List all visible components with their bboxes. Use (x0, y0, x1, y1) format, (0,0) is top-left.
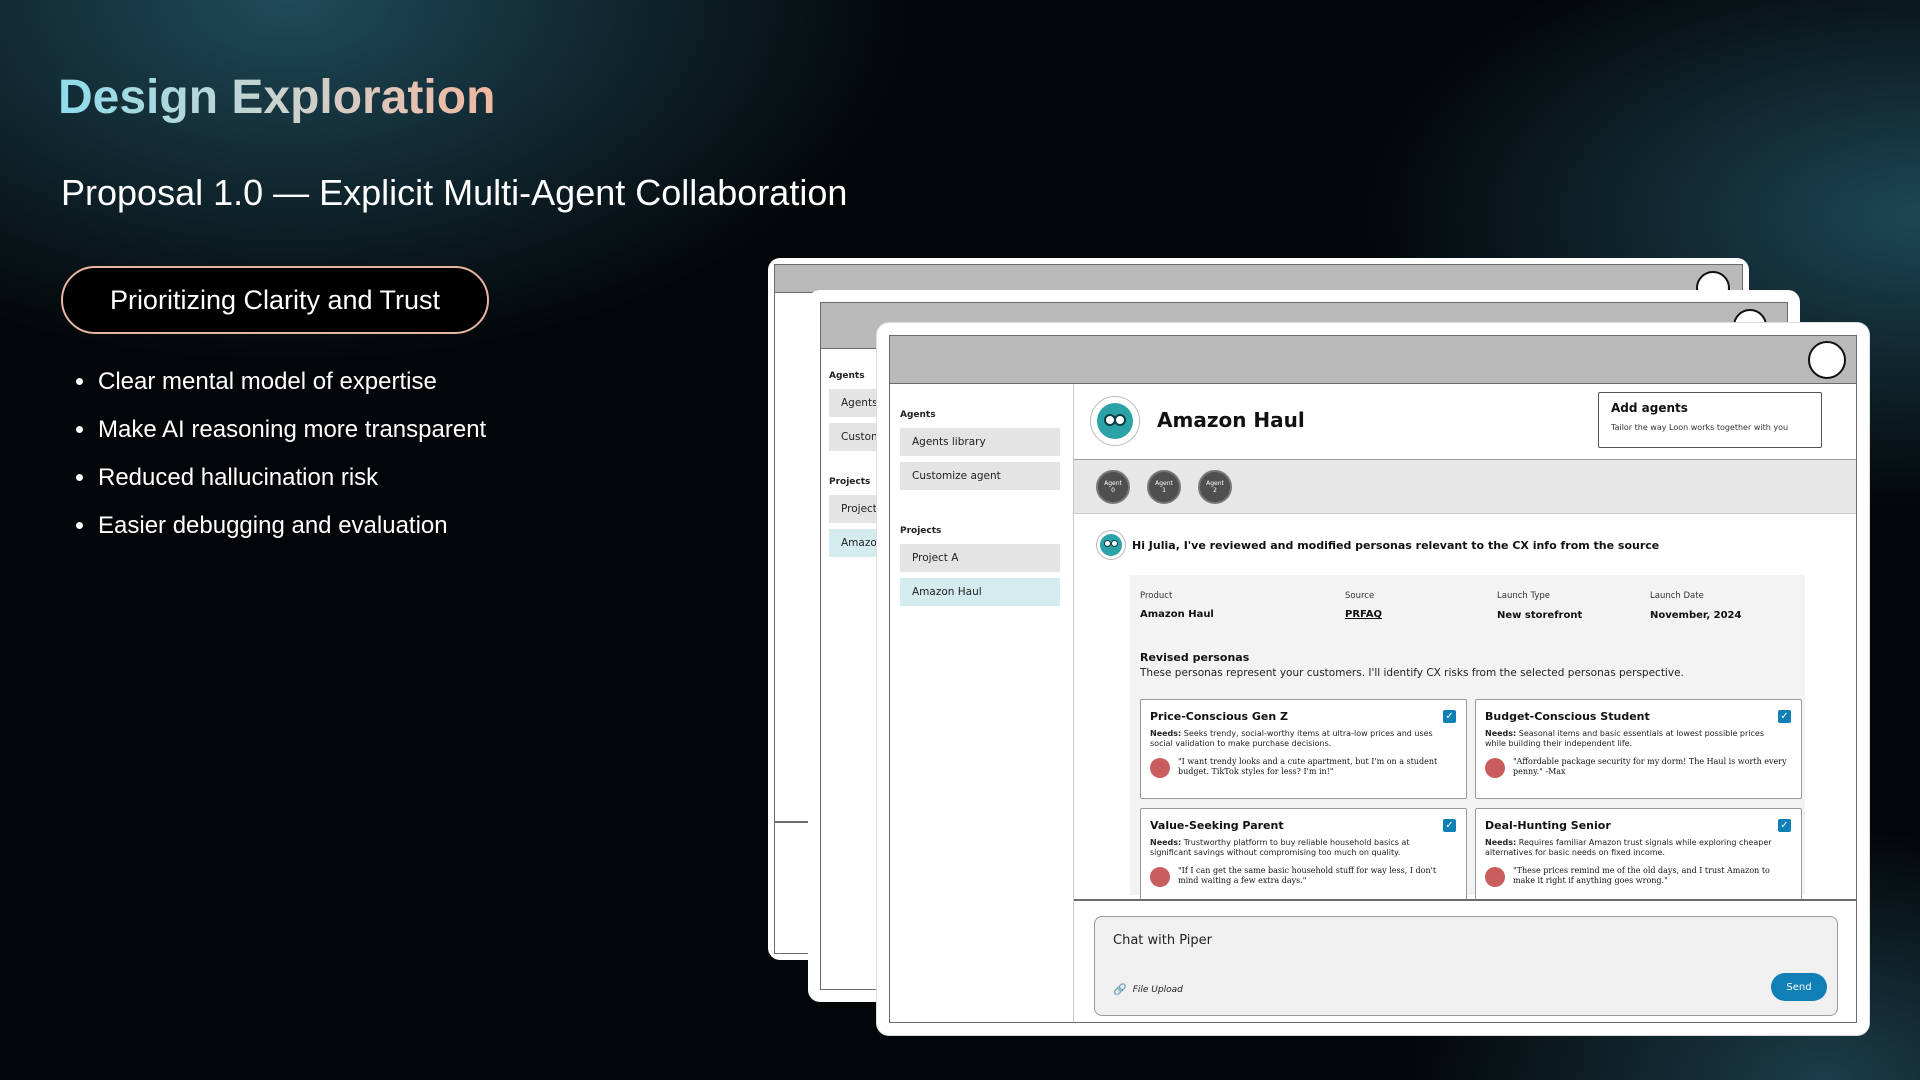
meta-value-product: Amazon Haul (1140, 609, 1214, 620)
bullet-dot (76, 474, 83, 481)
meta-key-product: Product (1140, 591, 1173, 601)
persona-card[interactable]: Budget-Conscious Student ✓ Needs: Season… (1475, 699, 1802, 799)
persona-quote: "I want trendy looks and a cute apartmen… (1150, 757, 1457, 778)
assistant-message-text: Hi Julia, I've reviewed and modified per… (1132, 538, 1660, 552)
sidebar-heading-projects: Projects (829, 477, 871, 487)
divider (1074, 899, 1856, 901)
revised-personas-desc: These personas represent your customers.… (1140, 667, 1684, 679)
assistant-message: Hi Julia, I've reviewed and modified per… (1096, 530, 1659, 560)
persona-needs: Needs: Requires familiar Amazon trust si… (1485, 838, 1772, 857)
sidebar-heading-agents: Agents (900, 410, 936, 420)
bullet-list: Clear mental model of expertise Make AI … (74, 366, 486, 558)
mockup-window: Agents Agents library Customize agent Pr… (889, 335, 1857, 1023)
file-upload-button[interactable]: 🔗 File Upload (1113, 983, 1183, 996)
sidebar-item-customize-agent[interactable]: Customize agent (900, 462, 1060, 490)
agent-avatar-0[interactable]: Agent 0 (1096, 470, 1130, 504)
main-panel: Amazon Haul Add agents Tailor the way Lo… (1074, 384, 1856, 1022)
sidebar-heading-projects: Projects (900, 526, 942, 536)
bullet-dot (76, 378, 83, 385)
persona-needs: Needs: Seeks trendy, social-worthy items… (1150, 729, 1433, 748)
persona-panel: Product Amazon Haul Source PRFAQ Launch … (1130, 575, 1805, 908)
bullet-dot (76, 426, 83, 433)
avatar (1150, 867, 1170, 887)
persona-checkbox[interactable]: ✓ (1443, 710, 1456, 723)
persona-checkbox[interactable]: ✓ (1778, 710, 1791, 723)
sidebar-heading-agents: Agents (829, 371, 865, 381)
persona-needs: Needs: Trustworthy platform to buy relia… (1150, 838, 1410, 857)
chat-input-placeholder: Chat with Piper (1113, 933, 1212, 948)
link-icon: 🔗 (1113, 983, 1127, 996)
avatar (1485, 867, 1505, 887)
persona-name: Value-Seeking Parent (1150, 819, 1284, 832)
meta-value-source-link[interactable]: PRFAQ (1345, 609, 1382, 620)
avatar-circle-icon[interactable] (1808, 341, 1846, 379)
persona-name: Price-Conscious Gen Z (1150, 710, 1288, 723)
meta-key-launch-date: Launch Date (1650, 591, 1704, 601)
persona-quote: "Affordable package security for my dorm… (1485, 757, 1792, 778)
revised-personas-title: Revised personas (1140, 651, 1250, 664)
slide-subtitle: Proposal 1.0 — Explicit Multi-Agent Coll… (61, 172, 848, 213)
mockup-card-front: Agents Agents library Customize agent Pr… (877, 323, 1869, 1035)
sidebar-item-project-a[interactable]: Project A (900, 544, 1060, 572)
persona-quote: "These prices remind me of the old days,… (1485, 866, 1792, 887)
bullet-dot (76, 522, 83, 529)
persona-name: Deal-Hunting Senior (1485, 819, 1611, 832)
window-topbar (890, 336, 1856, 384)
meta-key-launch-type: Launch Type (1497, 591, 1551, 601)
loon-logo-icon (1090, 396, 1140, 446)
agents-bar: Agent 0 Agent 1 Agent 2 (1074, 460, 1856, 514)
persona-card[interactable]: Price-Conscious Gen Z ✓ Needs: Seeks tre… (1140, 699, 1467, 799)
project-title: Amazon Haul (1157, 408, 1305, 432)
persona-checkbox[interactable]: ✓ (1443, 819, 1456, 832)
agent-avatar-1[interactable]: Agent 1 (1147, 470, 1181, 504)
theme-pill: Prioritizing Clarity and Trust (61, 266, 489, 334)
bullet-item: Reduced hallucination risk (74, 462, 486, 510)
chat-input[interactable]: Chat with Piper 🔗 File Upload Send (1094, 916, 1838, 1016)
meta-value-launch-type: New storefront (1497, 610, 1583, 621)
avatar (1485, 758, 1505, 778)
send-button[interactable]: Send (1771, 973, 1827, 1001)
persona-name: Budget-Conscious Student (1485, 710, 1650, 723)
bullet-item: Easier debugging and evaluation (74, 510, 486, 558)
add-agents-desc: Tailor the way Loon works together with … (1611, 423, 1789, 432)
sidebar-item-amazon-haul[interactable]: Amazon Haul (900, 578, 1060, 606)
sidebar-item-agents-library[interactable]: Agents library (900, 428, 1060, 456)
project-header: Amazon Haul Add agents Tailor the way Lo… (1074, 384, 1856, 460)
meta-value-launch-date: November, 2024 (1650, 610, 1742, 621)
sidebar: Agents Agents library Customize agent Pr… (890, 384, 1074, 1022)
persona-needs: Needs: Seasonal items and basic essentia… (1485, 729, 1765, 748)
persona-card[interactable]: Deal-Hunting Senior ✓ Needs: Requires fa… (1475, 808, 1802, 908)
agent-avatar-2[interactable]: Agent 2 (1198, 470, 1232, 504)
add-agents-title: Add agents (1611, 401, 1688, 415)
persona-card[interactable]: Value-Seeking Parent ✓ Needs: Trustworth… (1140, 808, 1467, 908)
bullet-item: Clear mental model of expertise (74, 366, 486, 414)
window-topbar (775, 265, 1742, 293)
slide-title: Design Exploration (58, 71, 496, 124)
meta-key-source: Source (1345, 591, 1375, 601)
bullet-item: Make AI reasoning more transparent (74, 414, 486, 462)
add-agents-button[interactable]: Add agents Tailor the way Loon works tog… (1598, 392, 1822, 448)
loon-logo-icon (1096, 530, 1126, 560)
persona-checkbox[interactable]: ✓ (1778, 819, 1791, 832)
persona-quote: "If I can get the same basic household s… (1150, 866, 1457, 887)
avatar (1150, 758, 1170, 778)
